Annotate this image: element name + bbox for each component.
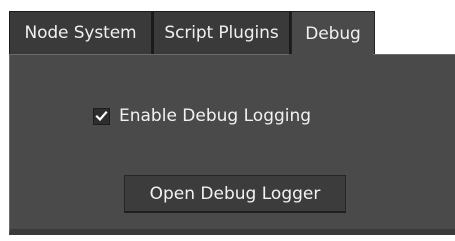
tab-bar: Node System Script Plugins Debug [9, 11, 375, 56]
open-debug-logger-button[interactable]: Open Debug Logger [124, 175, 346, 213]
tab-node-system[interactable]: Node System [9, 11, 153, 55]
tab-label: Debug [305, 24, 361, 44]
enable-debug-logging-checkbox[interactable] [93, 107, 110, 125]
enable-debug-logging-row[interactable]: Enable Debug Logging [93, 106, 311, 126]
enable-debug-logging-label: Enable Debug Logging [119, 106, 312, 126]
checkmark-icon [95, 110, 108, 121]
tab-script-plugins[interactable]: Script Plugins [153, 11, 291, 55]
tab-label: Script Plugins [164, 23, 279, 43]
tab-debug[interactable]: Debug [291, 11, 375, 56]
tab-label: Node System [24, 23, 137, 43]
settings-window: Node System Script Plugins Debug Enable … [0, 0, 455, 241]
active-tab-join [289, 54, 373, 55]
tab-bar-empty-space [375, 11, 455, 55]
